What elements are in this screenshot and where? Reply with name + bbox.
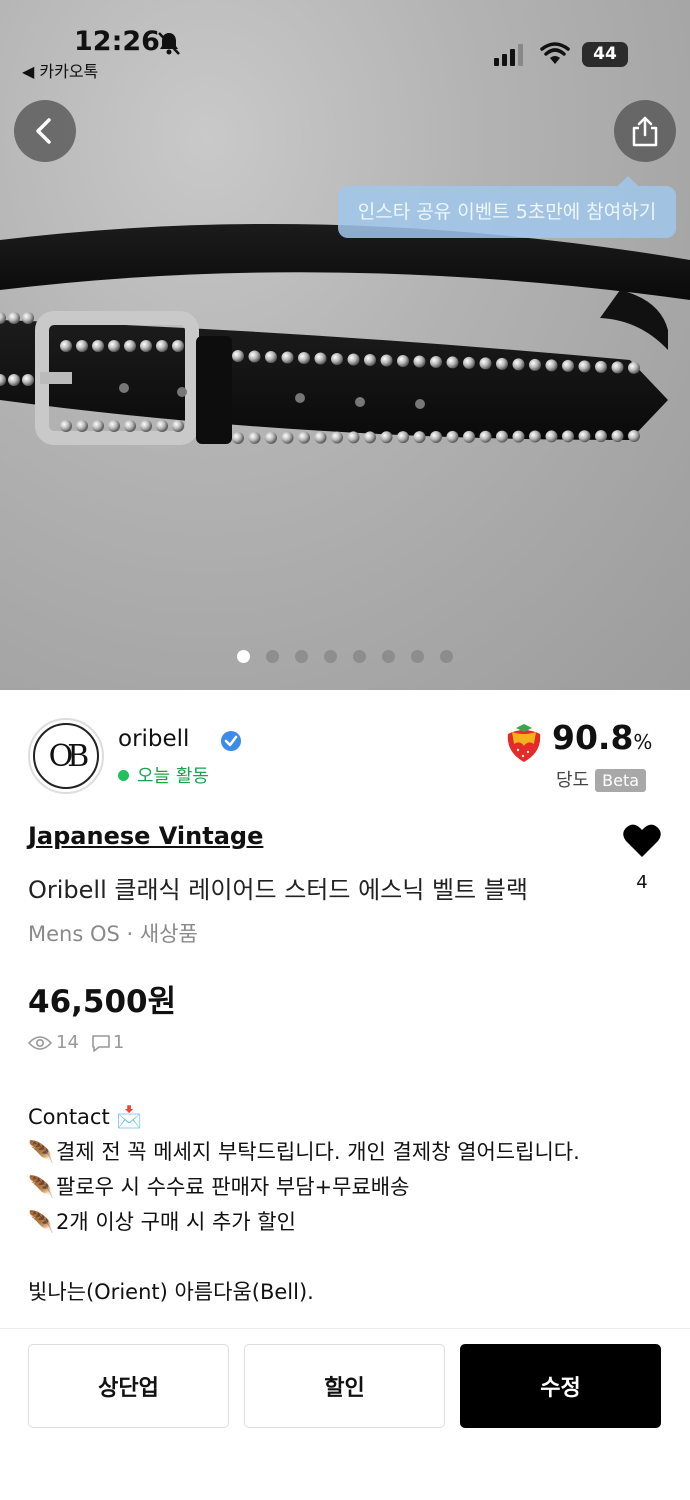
back-to-app-link[interactable]: ◀ 카카오톡 — [22, 58, 98, 82]
pagination-dot[interactable] — [411, 650, 424, 663]
bump-button[interactable]: 상단업 — [28, 1344, 229, 1428]
strawberry-icon — [507, 724, 541, 762]
instagram-event-tooltip[interactable]: 인스타 공유 이벤트 5초만에 참여하기 — [338, 176, 676, 238]
brand-link[interactable]: Japanese Vintage — [28, 822, 263, 850]
pagination-dot[interactable] — [266, 650, 279, 663]
avatar-logo: OB — [33, 723, 99, 789]
description-text: 2개 이상 구매 시 추가 할인 — [56, 1210, 296, 1234]
description-line: 🪶결제 전 꼭 메세지 부탁드립니다. 개인 결제창 열어드립니다. — [28, 1135, 668, 1170]
comment-count: 1 — [112, 1032, 125, 1053]
bottom-action-bar: 상단업 할인 수정 — [0, 1328, 690, 1500]
description-line — [28, 1240, 668, 1275]
pagination-dot[interactable] — [237, 650, 250, 663]
chevron-left-icon — [36, 118, 51, 144]
description-line: 🪶2개 이상 구매 시 추가 할인 — [28, 1205, 668, 1240]
online-dot-icon — [118, 770, 129, 781]
status-bar: 12:26 ◀ 카카오톡 44 — [0, 0, 690, 90]
view-count: 14 — [56, 1032, 79, 1053]
quill-icon: 🪶 — [28, 1175, 55, 1199]
activity-label: 오늘 활동 — [137, 766, 209, 787]
description-text: 팔로우 시 수수료 판매자 부담+무료배송 — [56, 1175, 410, 1199]
product-title: Oribell 클래식 레이어드 스터드 에스닉 벨트 블랙 — [28, 876, 528, 904]
like-button[interactable]: 4 — [620, 822, 664, 893]
description-line: Contact 📩 — [28, 1105, 143, 1129]
rating-number: 90.8 — [552, 718, 634, 757]
beta-badge: Beta — [595, 769, 647, 792]
share-button[interactable] — [614, 100, 676, 162]
verified-badge-icon — [221, 731, 241, 751]
pagination-dot[interactable] — [353, 650, 366, 663]
product-stats: 14 1 — [28, 1032, 136, 1053]
pagination-dot[interactable] — [295, 650, 308, 663]
comment-icon — [92, 1034, 110, 1052]
edit-button[interactable]: 수정 — [460, 1344, 661, 1428]
seller-name[interactable]: oribell — [118, 726, 189, 752]
gallery-pagination — [0, 648, 690, 663]
description-line: 🪶팔로우 시 수수료 판매자 부담+무료배송 — [28, 1170, 668, 1205]
pagination-dot[interactable] — [382, 650, 395, 663]
description-text: 결제 전 꼭 메세지 부탁드립니다. 개인 결제창 열어드립니다. — [56, 1140, 580, 1164]
belt-photo — [0, 224, 690, 445]
battery-indicator: 44 — [582, 42, 628, 67]
eye-icon — [28, 1035, 52, 1050]
activity-status: 오늘 활동 — [118, 762, 209, 788]
back-button[interactable] — [14, 100, 76, 162]
sweetness-label: 당도 — [556, 770, 590, 791]
product-meta: Mens OS · 새상품 — [28, 922, 198, 946]
sweetness-label-row: 당도 Beta — [556, 766, 647, 792]
avatar[interactable]: OB — [28, 718, 104, 794]
discount-button[interactable]: 할인 — [244, 1344, 445, 1428]
description-line: 빛나는(Orient) 아름다움(Bell). — [28, 1280, 314, 1304]
product-description: Contact 📩 🪶결제 전 꼭 메세지 부탁드립니다. 개인 결제창 열어드… — [28, 1100, 668, 1328]
product-image[interactable]: 12:26 ◀ 카카오톡 44 인스타 공유 이벤트 5초만에 참여하기 — [0, 0, 690, 690]
quill-icon: 🪶 — [28, 1140, 55, 1164]
pagination-dot[interactable] — [324, 650, 337, 663]
product-price: 46,500원 — [28, 984, 177, 1020]
heart-icon — [623, 824, 661, 857]
signal-icon — [494, 44, 523, 66]
like-count: 4 — [636, 872, 648, 893]
pagination-dot[interactable] — [440, 650, 453, 663]
rating-value: 90.8% — [552, 718, 652, 757]
share-icon — [632, 116, 658, 147]
status-time: 12:26 — [74, 26, 160, 57]
wifi-icon — [540, 42, 570, 64]
sweetness-rating[interactable]: 90.8% 당도 Beta — [502, 718, 662, 798]
quill-icon: 🪶 — [28, 1210, 55, 1234]
rating-unit: % — [633, 730, 653, 754]
mute-bell-icon — [158, 32, 180, 55]
